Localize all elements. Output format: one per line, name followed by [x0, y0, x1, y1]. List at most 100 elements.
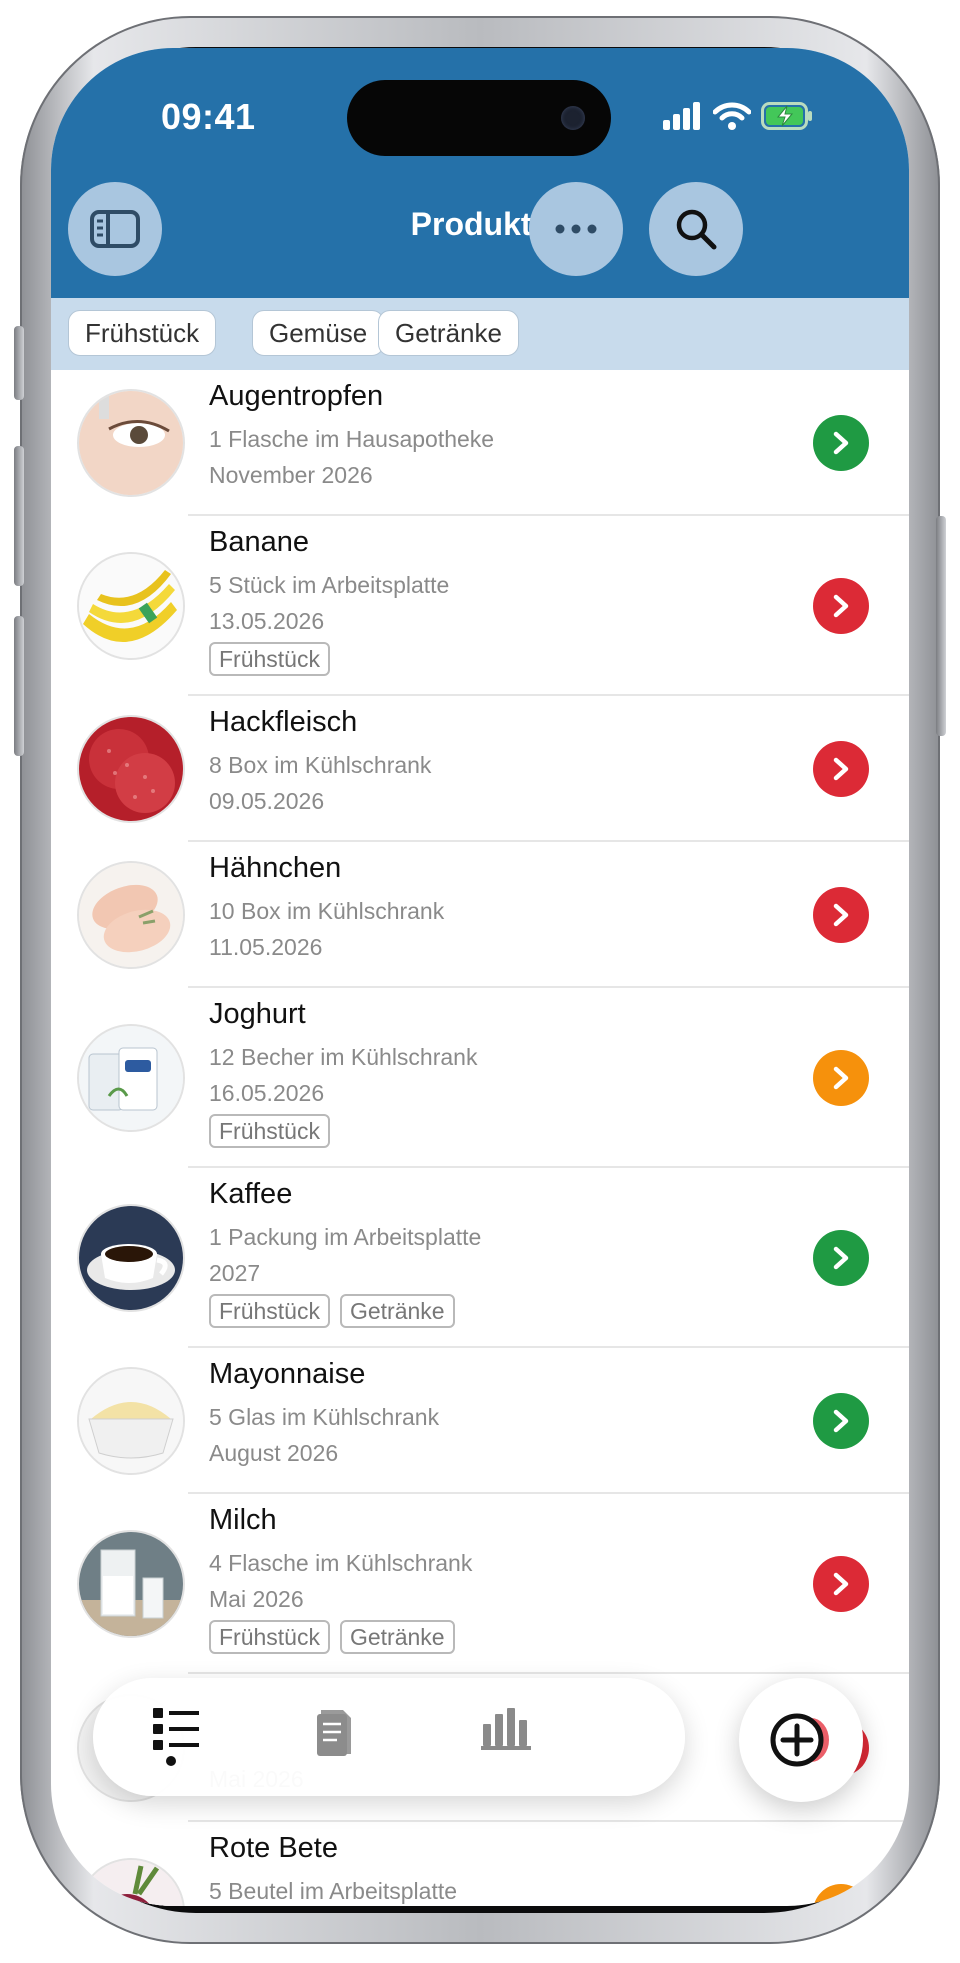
yogurt-photo	[77, 1024, 185, 1132]
product-tag: Frühstück	[209, 1620, 330, 1654]
action-button	[14, 326, 24, 400]
filter-chip-fruehstueck[interactable]: Frühstück	[68, 310, 217, 356]
product-expiry-date: 16.05.2026	[209, 1080, 325, 1106]
coffee-photo	[77, 1204, 185, 1312]
product-row[interactable]: Banane 5 Stück im Arbeitsplatte 13.05.2026…	[51, 516, 909, 696]
volume-down-button	[14, 616, 24, 756]
tab-list[interactable]	[153, 1706, 203, 1773]
beetroot-photo	[77, 1858, 185, 1906]
product-tags: Frühstück Getränke	[209, 1620, 455, 1654]
product-tag: Frühstück	[209, 1114, 330, 1148]
list-icon	[153, 1708, 199, 1766]
chevron-right-icon	[833, 757, 849, 781]
product-row[interactable]: Hackfleisch 8 Box im Kühlschrank 09.05.202…	[51, 696, 909, 842]
filter-chip-getraenke[interactable]: Getränke	[378, 310, 519, 356]
status-icons	[663, 100, 813, 132]
plus-circle-icon	[770, 1713, 829, 1767]
product-name: Kaffee	[209, 1178, 293, 1210]
milk-photo	[77, 1530, 185, 1638]
open-product-button[interactable]	[813, 1393, 869, 1449]
product-name: Hackfleisch	[209, 706, 358, 738]
filter-chip-gemuese[interactable]: Gemüse	[252, 310, 385, 356]
chevron-right-icon	[833, 1900, 843, 1906]
product-tags: Frühstück	[209, 1114, 330, 1148]
chevron-right-icon	[833, 1572, 849, 1596]
open-product-button[interactable]	[813, 578, 869, 634]
product-tags: Frühstück	[209, 642, 330, 676]
open-product-button[interactable]	[813, 887, 869, 943]
product-tags: Frühstück Getränke	[209, 1294, 455, 1328]
product-tag: Frühstück	[209, 1294, 330, 1328]
chevron-right-icon	[833, 903, 849, 927]
product-quantity-location: 1 Packung im Arbeitsplatte	[209, 1224, 482, 1250]
open-product-button[interactable]	[813, 1884, 869, 1906]
product-row[interactable]: Kaffee 1 Packung im Arbeitsplatte 2027 Früh…	[51, 1168, 909, 1348]
product-row[interactable]: Milch 4 Flasche im Kühlschrank Mai 2026 Frü…	[51, 1494, 909, 1674]
product-quantity-location: 5 Glas im Kühlschrank	[209, 1404, 440, 1430]
app-header: 09:41 Produkte	[51, 48, 909, 298]
product-expiry-date: 09.05.2026	[209, 788, 325, 814]
product-name: Joghurt	[209, 998, 306, 1030]
product-quantity-location: 5 Beutel im Arbeitsplatte	[209, 1878, 458, 1904]
open-product-button[interactable]	[813, 1556, 869, 1612]
tab-bar	[93, 1678, 685, 1796]
chevron-right-icon	[833, 1409, 849, 1433]
product-tag: Frühstück	[209, 642, 330, 676]
power-button	[936, 516, 946, 736]
product-quantity-location: 1 Flasche im Hausapotheke	[209, 426, 495, 452]
product-list: Augentropfen 1 Flasche im Hausapotheke Nov…	[51, 370, 909, 1906]
product-name: Hähnchen	[209, 852, 342, 884]
chevron-right-icon	[833, 594, 849, 618]
chevron-right-icon	[833, 1246, 849, 1270]
product-quantity-location: 4 Flasche im Kühlschrank	[209, 1550, 473, 1576]
product-quantity-location: 8 Box im Kühlschrank	[209, 752, 432, 778]
chicken-photo	[77, 861, 185, 969]
chevron-right-icon	[833, 1066, 849, 1090]
open-product-button[interactable]	[813, 1050, 869, 1106]
status-time: 09:41	[161, 96, 256, 137]
chevron-right-icon	[833, 431, 849, 455]
chart-icon	[481, 1708, 531, 1750]
product-quantity-location: 10 Box im Kühlschrank	[209, 898, 445, 924]
product-expiry-date: 11.05.2026	[209, 934, 323, 960]
more-options-button[interactable]	[529, 182, 623, 276]
tab-documents[interactable]	[315, 1706, 355, 1763]
product-tag: Getränke	[339, 1294, 455, 1328]
document-icon	[317, 1710, 351, 1756]
product-expiry-date: Mai 2026	[209, 1586, 304, 1612]
product-row[interactable]: Joghurt 12 Becher im Kühlschrank 16.05.202…	[51, 988, 909, 1168]
mayonnaise-photo	[77, 1367, 185, 1475]
product-name: Augentropfen	[209, 380, 384, 412]
filter-bar: Frühstück Gemüse Getränke	[51, 298, 909, 370]
ellipsis-icon	[555, 224, 597, 234]
product-quantity-location: 5 Stück im Arbeitsplatte	[209, 572, 450, 598]
open-product-button[interactable]	[813, 741, 869, 797]
product-tag: Getränke	[339, 1620, 455, 1654]
product-row[interactable]: Rote Bete5 Beutel im Arbeitsplatte16.05.…	[51, 1822, 909, 1906]
camera-icon	[561, 106, 585, 130]
battery-charging-icon	[761, 102, 812, 130]
volume-up-button	[14, 446, 24, 586]
minced-meat-photo	[77, 715, 185, 823]
page-title: Produkte	[410, 206, 550, 242]
open-product-button[interactable]	[813, 415, 869, 471]
add-product-button[interactable]	[739, 1678, 863, 1802]
cellular-signal-icon	[663, 102, 700, 130]
eye-drops-photo	[77, 389, 185, 497]
product-expiry-date: November 2026	[209, 462, 373, 488]
product-name: Mayonnaise	[209, 1358, 366, 1390]
search-icon	[676, 209, 717, 250]
product-quantity-location: 12 Becher im Kühlschrank	[209, 1044, 478, 1070]
product-expiry-date: August 2026	[209, 1440, 339, 1466]
product-name: Rote Bete	[209, 1832, 338, 1864]
product-row[interactable]: Augentropfen 1 Flasche im Hausapotheke Nov…	[51, 370, 909, 516]
dynamic-island	[347, 80, 611, 156]
product-row[interactable]: Hähnchen 10 Box im Kühlschrank 11.05.2026	[51, 842, 909, 988]
banana-photo	[77, 552, 185, 660]
tab-statistics[interactable]	[481, 1706, 533, 1755]
search-button[interactable]	[649, 182, 743, 276]
open-product-button[interactable]	[813, 1230, 869, 1286]
product-name: Banane	[209, 526, 309, 558]
product-expiry-date: 13.05.2026	[209, 608, 325, 634]
product-row[interactable]: Mayonnaise 5 Glas im Kühlschrank August 20…	[51, 1348, 909, 1494]
